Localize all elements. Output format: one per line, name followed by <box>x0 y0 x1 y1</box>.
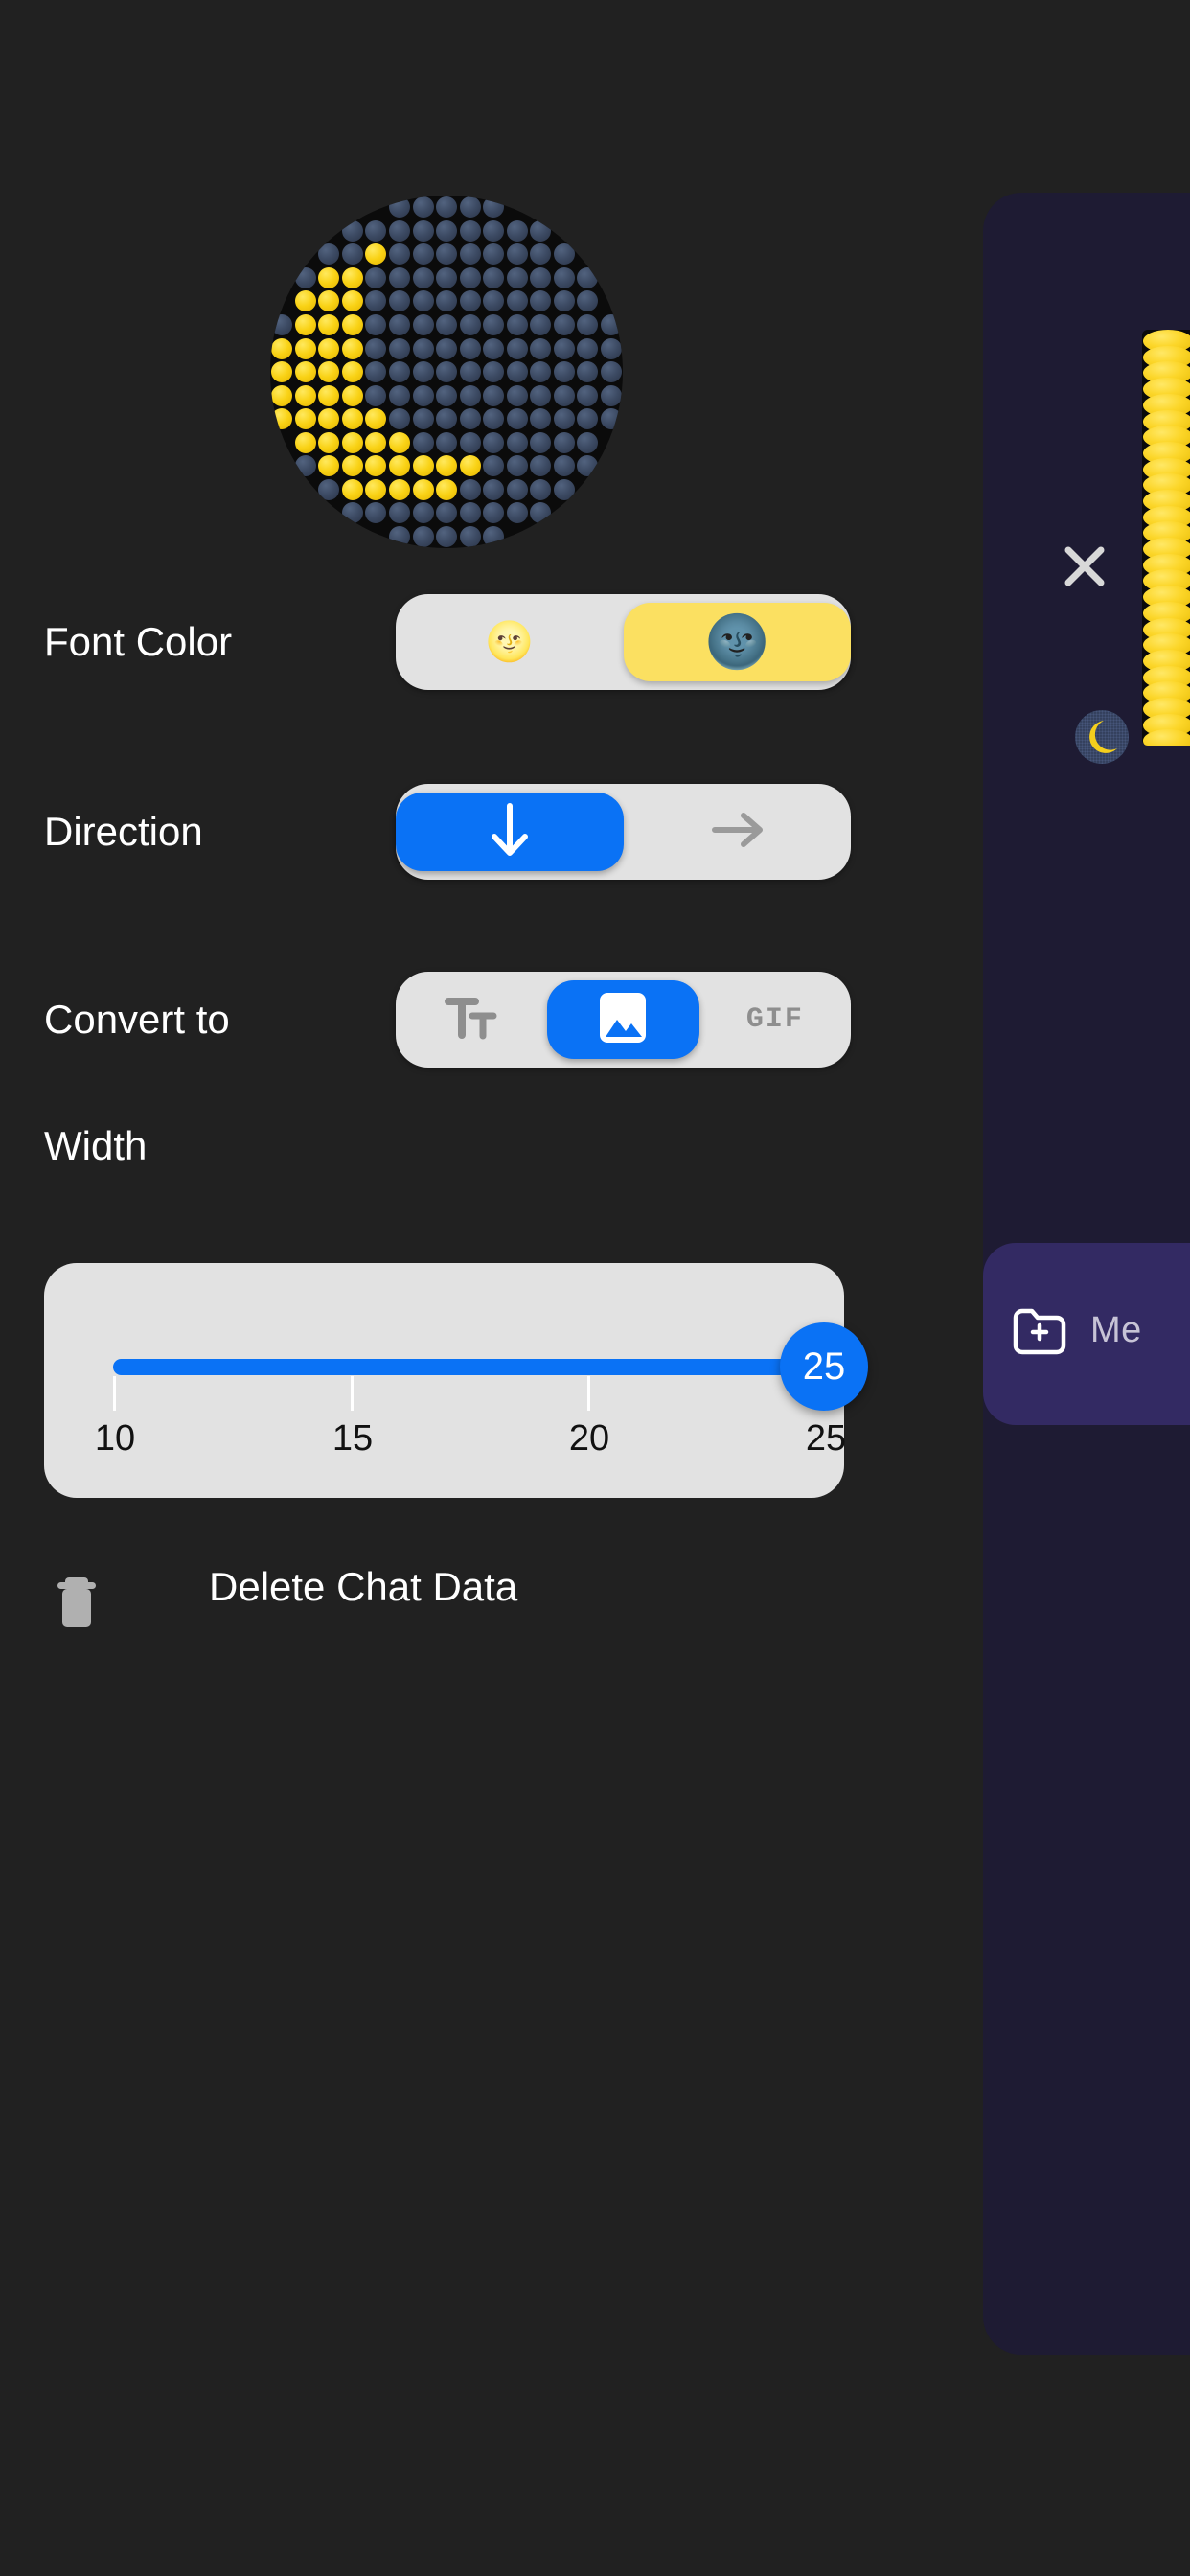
dot-art-message[interactable] <box>1142 330 1190 746</box>
app-screen: Me Font Color 🌝 🌚 Direction Convert to G… <box>0 0 1190 2576</box>
chat-action-label: Me <box>1090 1310 1142 1350</box>
arrow-right-icon <box>707 803 767 862</box>
font-color-option-light[interactable]: 🌝 <box>396 603 624 681</box>
slider-value: 25 <box>802 1345 846 1388</box>
slider-fill <box>113 1359 824 1375</box>
slider-tick-label: 25 <box>805 1418 847 1459</box>
segmented-convert-to[interactable]: GIF <box>396 972 851 1068</box>
slider-tick-label: 20 <box>568 1418 610 1459</box>
dark-moon-face-icon: 🌚 <box>704 613 769 671</box>
direction-option-down[interactable] <box>396 793 624 871</box>
setting-row-direction: Direction <box>0 784 983 880</box>
slider-tick <box>587 1376 590 1411</box>
chat-preview-panel[interactable]: Me <box>983 193 1190 2355</box>
settings-panel: Font Color 🌝 🌚 Direction Convert to GIF … <box>0 0 983 2576</box>
direction-option-right[interactable] <box>624 793 852 871</box>
row-label-convert-to: Convert to <box>44 997 230 1042</box>
chat-action-card[interactable]: Me <box>983 1243 1190 1425</box>
convert-option-gif[interactable]: GIF <box>699 980 851 1059</box>
width-slider[interactable]: 10 15 20 25 25 <box>44 1263 868 1498</box>
image-icon <box>598 991 648 1049</box>
width-label: Width <box>44 1123 148 1168</box>
row-label-direction: Direction <box>44 809 203 854</box>
folder-add-icon[interactable] <box>1010 1300 1069 1360</box>
setting-row-font-color: Font Color 🌝 🌚 <box>0 594 983 690</box>
segmented-direction[interactable] <box>396 784 851 880</box>
text-format-icon <box>444 992 499 1048</box>
font-color-option-dark[interactable]: 🌚 <box>623 603 851 681</box>
slider-tick <box>113 1376 116 1411</box>
convert-option-text[interactable] <box>396 980 547 1059</box>
row-label-font-color: Font Color <box>44 619 233 664</box>
arrow-down-icon <box>483 800 537 864</box>
slider-thumb[interactable]: 25 <box>780 1322 868 1411</box>
close-icon[interactable] <box>1056 538 1113 595</box>
preview-avatar <box>270 196 623 548</box>
delete-chat-data-button[interactable]: Delete Chat Data <box>0 1543 983 1658</box>
setting-row-convert-to: Convert to GIF <box>0 972 983 1068</box>
segmented-font-color[interactable]: 🌝 🌚 <box>396 594 851 690</box>
slider-tick <box>351 1376 354 1411</box>
slider-tick-label: 15 <box>332 1418 374 1459</box>
trash-icon <box>56 1572 98 1631</box>
avatar <box>1075 710 1129 764</box>
light-moon-face-icon: 🌝 <box>485 621 534 663</box>
slider-tick-label: 10 <box>94 1418 136 1459</box>
delete-chat-data-label: Delete Chat Data <box>209 1564 518 1609</box>
gif-label: GIF <box>745 1003 804 1036</box>
convert-option-image[interactable] <box>547 980 699 1059</box>
